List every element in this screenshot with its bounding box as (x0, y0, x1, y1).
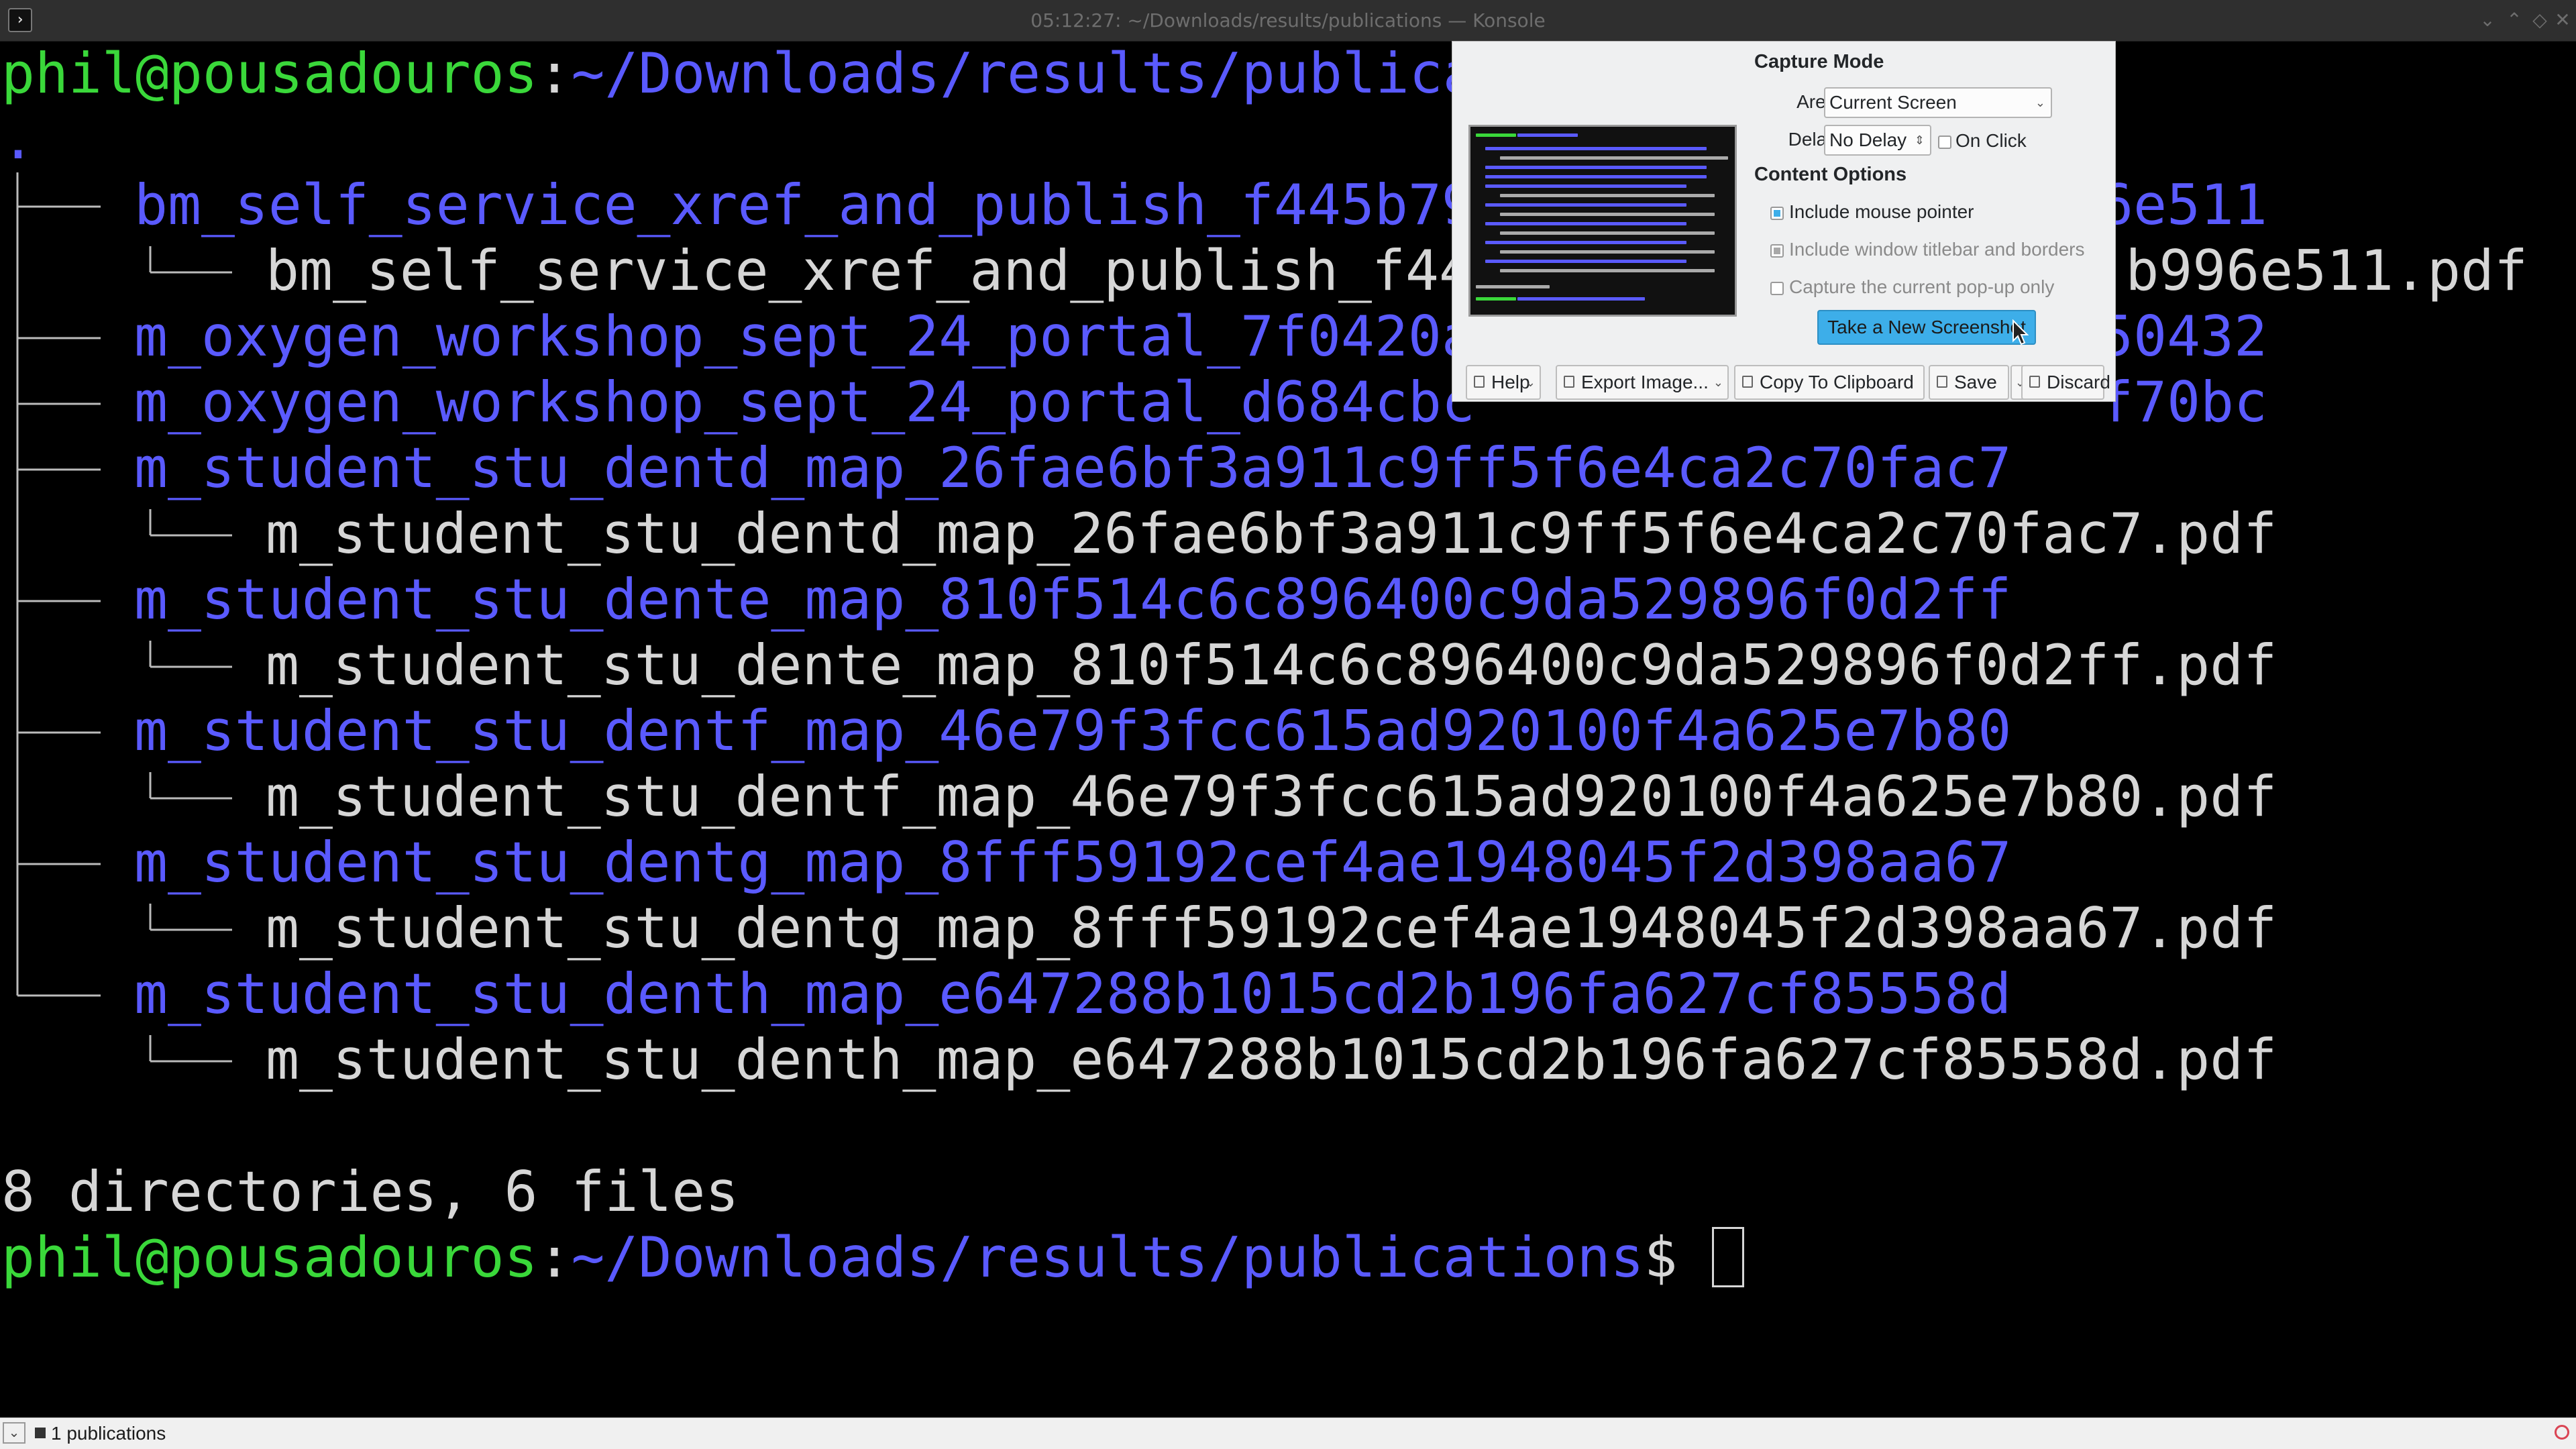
tree-item-name: m_student_stu_dentd_map_26fae6bf3a911c9f… (134, 435, 2012, 500)
include-pointer-label: Include mouse pointer (1789, 201, 1974, 222)
area-select-value: Current Screen (1829, 92, 1957, 113)
tree-item-name: m_oxygen_workshop_sept_24_portal_d684cbc (134, 370, 1475, 435)
capture-mode-heading: Capture Mode (1754, 51, 1884, 72)
tree-directory-item: bm_self_service_xref_and_publish_f445b79 (134, 172, 1475, 238)
tree-file-item: bm_self_service_xref_and_publish_f44 (266, 238, 1472, 304)
prompt-user-host: phil@pousadouros (1, 41, 538, 106)
chevron-down-icon: ⌄ (1525, 376, 1536, 389)
tree-item-name: m_student_stu_dente_map_810f514c6c896400… (134, 567, 2012, 632)
tree-item-name-tail: b996e511.pdf (2125, 238, 2528, 303)
tree-file-item: m_student_stu_dentd_map_26fae6bf3a911c9f… (266, 501, 2277, 567)
export-button-label: Export Image... (1581, 372, 1709, 392)
discard-icon (2029, 376, 2040, 388)
close-tab-icon[interactable] (2555, 1425, 2569, 1440)
save-button-label: Save (1954, 372, 1997, 392)
tree-item-name: m_oxygen_workshop_sept_24_portal_7f0420a (134, 304, 1475, 369)
popup-only-label: Capture the current pop-up only (1789, 276, 2055, 297)
window-title: 05:12:27: ~/Downloads/results/publicatio… (1030, 9, 1546, 32)
prompt-line: phil@pousadouros:~/Downloads/results/pub… (1, 41, 1477, 107)
konsole-tabbar: ⌄ 1 publications (0, 1417, 2576, 1449)
tree-item-name: bm_self_service_xref_and_publish_f445b79 (134, 172, 1475, 237)
text-cursor (1712, 1227, 1744, 1287)
chevron-down-icon: ⌄ (2035, 96, 2045, 109)
tree-item-name-tail: 50432 (2100, 304, 2267, 369)
tree-item-name: m_student_stu_dentf_map_46e79f3fcc615ad9… (266, 764, 2277, 829)
spin-arrows-icon: ⇕ (1914, 133, 1925, 147)
prompt-symbol: $ (1644, 1225, 1678, 1290)
terminal-view[interactable]: phil@pousadouros:~/Downloads/results/pub… (0, 41, 2576, 1417)
clipboard-button-label: Copy To Clipboard (1760, 372, 1914, 392)
delay-value: No Delay (1829, 129, 1907, 150)
discard-button[interactable]: Discard (2021, 365, 2110, 400)
prompt-user-host: phil@pousadouros (1, 1225, 538, 1290)
tree-directory-item: m_student_stu_dente_map_810f514c6c896400… (134, 567, 2011, 633)
tree-file-item: m_student_stu_dente_map_810f514c6c896400… (266, 633, 2277, 698)
save-icon (1937, 376, 1947, 388)
tree-file-item: m_student_stu_dentg_map_8fff59192cef4ae1… (266, 896, 2277, 961)
tree-item-name: m_student_stu_dentg_map_8fff59192cef4ae1… (134, 830, 2012, 895)
include-pointer-checkbox[interactable] (1770, 207, 1784, 220)
tree-item-name-tail: 6e511 (2100, 172, 2267, 237)
on-click-checkbox[interactable] (1938, 136, 1951, 149)
tree-item-name-tail: f70bc (2100, 370, 2267, 435)
tree-item-name: m_student_stu_denth_map_e647288b1015cd2b… (266, 1027, 2277, 1092)
copy-to-clipboard-button[interactable]: Copy To Clipboard (1734, 365, 1925, 400)
new-tab-icon[interactable]: ⌄ (3, 1422, 25, 1444)
help-button-label: Help (1491, 372, 1530, 392)
tree-directory-item: m_oxygen_workshop_sept_24_portal_7f0420a (134, 304, 1475, 370)
terminal-tab-icon (35, 1428, 46, 1438)
help-icon (1474, 376, 1485, 388)
clipboard-icon (1742, 376, 1753, 388)
on-click-label: On Click (1955, 130, 2027, 151)
tab-label: 1 publications (51, 1423, 166, 1444)
delay-spinbox[interactable]: No Delay ⇕ (1824, 125, 1931, 156)
area-select[interactable]: Current Screen ⌄ (1824, 87, 2052, 118)
export-icon (1564, 376, 1574, 388)
take-screenshot-label: Take a New Screenshot (1827, 317, 2026, 337)
window-titlebar[interactable]: › 05:12:27: ~/Downloads/results/publicat… (0, 0, 2576, 42)
include-titlebar-checkbox[interactable] (1770, 244, 1784, 258)
tree-item-name: m_student_stu_denth_map_e647288b1015cd2b… (134, 961, 2012, 1026)
tree-file-item: m_student_stu_dentf_map_46e79f3fcc615ad9… (266, 764, 2277, 830)
save-button[interactable]: Save (1929, 365, 2009, 400)
minimize-icon[interactable]: ⌄ (2477, 9, 2498, 31)
mouse-pointer-icon (2012, 319, 2029, 345)
close-icon[interactable]: ✕ (2552, 9, 2573, 31)
help-button[interactable]: Help ⌄ (1466, 365, 1541, 400)
keep-above-icon[interactable]: ◇ (2529, 9, 2551, 31)
tree-item-name: m_student_stu_dentg_map_8fff59192cef4ae1… (266, 896, 2277, 961)
tree-item-name: m_student_stu_dente_map_810f514c6c896400… (266, 633, 2277, 698)
tree-directory-item: m_student_stu_dentg_map_8fff59192cef4ae1… (134, 830, 2011, 896)
tree-item-name: m_student_stu_dentf_map_46e79f3fcc615ad9… (134, 698, 2012, 763)
include-titlebar-label: Include window titlebar and borders (1789, 239, 2085, 260)
discard-button-label: Discard (2047, 372, 2110, 392)
tree-directory-item: m_oxygen_workshop_sept_24_portal_d684cbc (134, 370, 1475, 435)
prompt-path: ~/Downloads/results/publica (571, 41, 1477, 106)
prompt-colon: : (537, 1225, 572, 1290)
spectacle-window[interactable]: Capture Mode Area: Current Screen ⌄ Dela… (1452, 41, 2116, 402)
chevron-down-icon: ⌄ (1713, 376, 1723, 389)
tree-file-item: m_student_stu_denth_map_e647288b1015cd2b… (266, 1027, 2277, 1093)
prompt-line-current: phil@pousadouros:~/Downloads/results/pub… (1, 1225, 1678, 1291)
tree-summary: 8 directories, 6 files (1, 1159, 739, 1224)
tree-item-name: m_student_stu_dentd_map_26fae6bf3a911c9f… (266, 501, 2277, 566)
tab-publications[interactable]: 1 publications (31, 1421, 166, 1446)
tree-root: . (1, 107, 35, 172)
take-screenshot-button[interactable]: Take a New Screenshot (1817, 310, 2036, 345)
maximize-icon[interactable]: ⌃ (2504, 9, 2525, 31)
tree-directory-item: m_student_stu_dentf_map_46e79f3fcc615ad9… (134, 698, 2011, 764)
content-options-heading: Content Options (1754, 164, 1907, 185)
export-image-button[interactable]: Export Image... ⌄ (1556, 365, 1729, 400)
popup-only-checkbox[interactable] (1770, 282, 1784, 295)
prompt-path: ~/Downloads/results/publications (571, 1225, 1644, 1290)
prompt-colon: : (537, 41, 572, 106)
tree-root-dot: . (1, 107, 35, 172)
tree-directory-item: m_student_stu_dentd_map_26fae6bf3a911c9f… (134, 435, 2011, 501)
screenshot-preview[interactable] (1468, 125, 1737, 317)
tree-item-name: bm_self_service_xref_and_publish_f44 (266, 238, 1472, 303)
tree-directory-item: m_student_stu_denth_map_e647288b1015cd2b… (134, 961, 2011, 1027)
